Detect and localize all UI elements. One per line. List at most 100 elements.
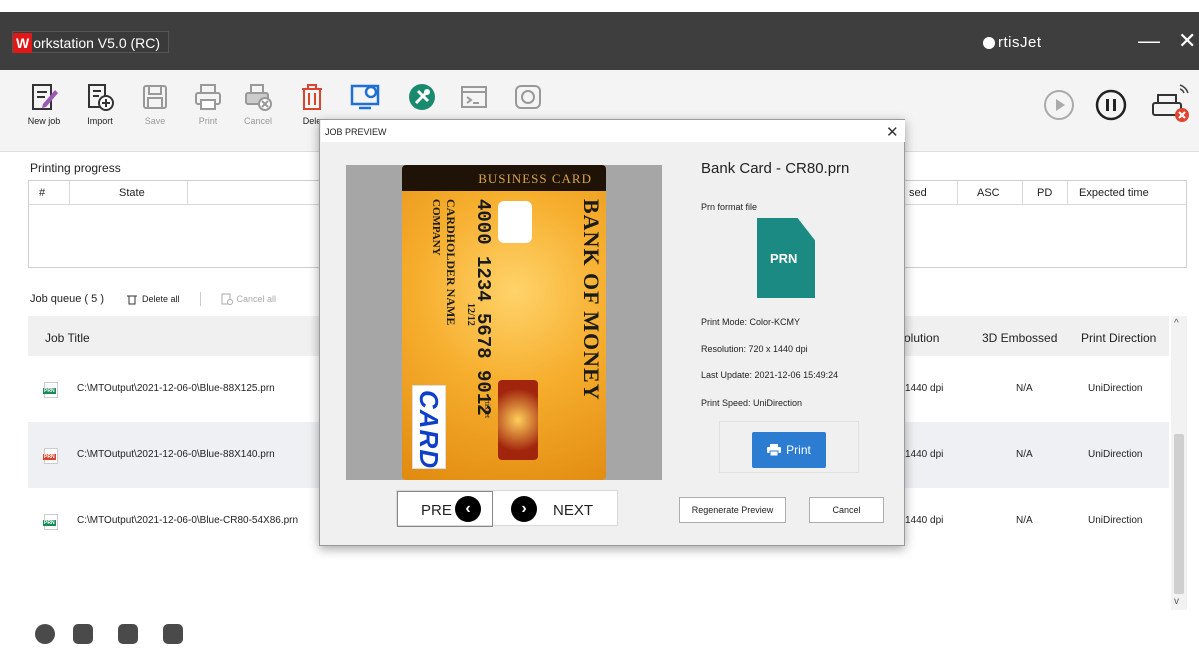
brand-logo: rtisJet (983, 34, 1042, 51)
close-window-button[interactable]: ✕ (1178, 28, 1196, 54)
file-name: Bank Card - CR80.prn (701, 160, 850, 177)
monitor-gear-icon (350, 84, 380, 110)
card-brand: rtisJet (483, 399, 492, 419)
tools-button[interactable] (400, 82, 444, 116)
device-settings-button[interactable] (344, 82, 388, 116)
cancel-all-label: Cancel all (236, 294, 277, 304)
print-now-label: Print (786, 443, 811, 457)
column-divider (957, 181, 958, 205)
play-icon (1044, 90, 1074, 120)
terminal-icon (461, 86, 487, 108)
prn-file-icon: PRN (43, 382, 58, 398)
col-job-title: Job Title (45, 331, 90, 345)
embossed-cell: N/A (1016, 449, 1033, 460)
print-now-button[interactable]: Print (752, 432, 826, 468)
resolution-info: Resolution: 720 x 1440 dpi (701, 344, 808, 354)
printer-offline-icon (1152, 84, 1189, 122)
printing-progress-label: Printing progress (30, 161, 121, 175)
pause-icon (1095, 89, 1127, 121)
cancel-button[interactable]: Cancel (236, 82, 280, 126)
tools-icon (409, 84, 435, 110)
resolution-cell: 1440 dpi (905, 383, 944, 394)
statistics-icon[interactable] (118, 624, 138, 644)
save-button[interactable]: Save (133, 82, 177, 126)
folder-icon[interactable] (163, 624, 183, 644)
column-divider (69, 181, 70, 205)
preview-navigation: PRE ‹ › NEXT (396, 490, 618, 527)
app-title-letter: W (13, 33, 33, 53)
job-queue-bar: Job queue ( 5 ) Delete all Cancel all (30, 292, 276, 306)
col-pd: PD (1037, 187, 1053, 199)
col-used: sed (909, 187, 927, 199)
dialog-cancel-button[interactable]: Cancel (809, 497, 884, 523)
app-title-text: orkstation V5.0 (RC) (33, 35, 161, 51)
next-button[interactable]: NEXT (553, 502, 593, 519)
job-title-cell: C:\MTOutput\2021-12-06-0\Blue-CR80-54X86… (77, 515, 299, 526)
col-number: # (39, 187, 46, 199)
brand-dot-icon (983, 36, 995, 49)
trash-icon (127, 295, 137, 305)
delete-all-button[interactable]: Delete all (126, 293, 180, 305)
prn-file-icon: PRN (43, 448, 58, 464)
card-word-box: CARD (412, 385, 446, 469)
chevron-left-icon[interactable]: ‹ (455, 496, 481, 522)
settings-icon[interactable] (35, 624, 55, 644)
play-button[interactable] (1043, 89, 1075, 126)
col-resolution: olution (904, 331, 940, 345)
vertical-scrollbar[interactable]: ^ v (1171, 316, 1187, 610)
card-header-text: BUSINESS CARD (478, 171, 592, 186)
printer-status[interactable] (1150, 81, 1194, 130)
minimize-button[interactable]: — (1138, 28, 1160, 54)
import-label: Import (87, 116, 113, 126)
console-button[interactable] (452, 82, 496, 116)
col-print-direction: Print Direction (1081, 331, 1157, 345)
print-speed: Print Speed: UniDirection (701, 398, 803, 408)
job-preview-dialog: JOB PREVIEW ✕ BUSINESS CARD BANK OF MONE… (319, 119, 905, 546)
new-job-button[interactable]: New job (22, 82, 66, 126)
cancel-all-button[interactable]: Cancel all (221, 293, 277, 305)
format-label: Prn format file (701, 202, 758, 212)
card-logo (498, 380, 538, 460)
col-asc: ASC (977, 187, 1000, 199)
new-job-icon (32, 84, 58, 110)
job-title-cell: C:\MTOutput\2021-12-06-0\Blue-88X140.prn (77, 449, 275, 460)
resolution-cell: 1440 dpi (905, 515, 944, 526)
new-job-label: New job (27, 116, 61, 126)
import-button[interactable]: Import (78, 82, 122, 126)
scrollbar-thumb[interactable] (1174, 434, 1184, 594)
camera-icon (515, 85, 541, 109)
printer-icon (767, 444, 782, 456)
card-holder-name: CARDHOLDER NAME (444, 199, 458, 326)
prn-format-icon: PRN (757, 218, 815, 298)
card-bank-name: BANK OF MONEY (579, 199, 604, 401)
prn-file-icon: PRN (43, 514, 58, 530)
cancel-print-icon (245, 84, 272, 111)
print-label: Print (198, 116, 218, 126)
delete-all-label: Delete all (142, 294, 180, 304)
card-word: CARD (414, 390, 444, 470)
print-icon (195, 84, 221, 110)
report-icon[interactable] (73, 624, 93, 644)
regenerate-preview-button[interactable]: Regenerate Preview (679, 497, 786, 523)
divider (199, 292, 201, 306)
dialog-title: JOB PREVIEW (321, 120, 905, 142)
resolution-cell: 1440 dpi (905, 449, 944, 460)
direction-cell: UniDirection (1088, 449, 1143, 460)
dialog-close-button[interactable]: ✕ (886, 123, 899, 141)
chevron-right-icon[interactable]: › (511, 496, 537, 522)
embossed-cell: N/A (1016, 515, 1033, 526)
direction-cell: UniDirection (1088, 515, 1143, 526)
camera-button[interactable] (506, 82, 550, 116)
save-icon (143, 85, 167, 109)
embossed-cell: N/A (1016, 383, 1033, 394)
print-button[interactable]: Print (186, 82, 230, 126)
pause-button[interactable] (1095, 89, 1127, 126)
delete-icon (302, 84, 322, 110)
card-preview-image: BUSINESS CARD BANK OF MONEY 4000 1234 56… (402, 165, 606, 480)
col-expected-time: Expected time (1079, 187, 1149, 199)
scroll-down-icon[interactable]: v (1174, 596, 1179, 607)
column-divider (1067, 181, 1068, 205)
scroll-up-icon[interactable]: ^ (1174, 318, 1179, 329)
brand-text: rtisJet (998, 34, 1042, 51)
last-update: Last Update: 2021-12-06 15:49:24 (701, 370, 839, 380)
